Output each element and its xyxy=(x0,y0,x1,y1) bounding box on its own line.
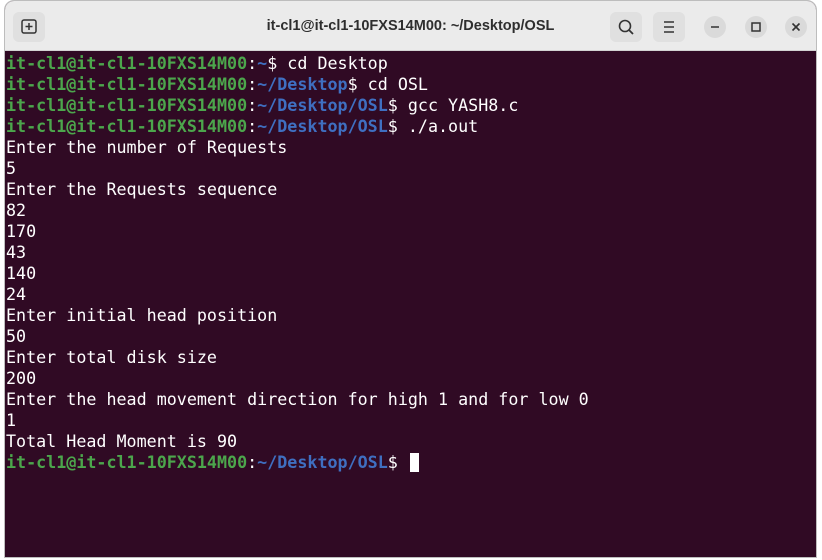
command-text: $ cd OSL xyxy=(347,74,428,94)
text-cursor xyxy=(409,453,419,472)
maximize-button[interactable] xyxy=(745,16,767,38)
prompt-user: it-cl1@it-cl1-10FXS14M00 xyxy=(6,95,248,115)
output-line: 200 xyxy=(6,368,37,388)
minimize-button[interactable] xyxy=(704,16,726,38)
terminal-line: it-cl1@it-cl1-10FXS14M00:~/Desktop/OSL$ … xyxy=(6,95,816,116)
window-title: it-cl1@it-cl1-10FXS14M00: ~/Desktop/OSL xyxy=(266,18,555,34)
prompt-path: ~/Desktop/OSL xyxy=(257,95,388,115)
title-bar[interactable]: it-cl1@it-cl1-10FXS14M00: ~/Desktop/OSL xyxy=(5,1,816,51)
output-line: 43 xyxy=(6,242,27,262)
hamburger-menu-icon xyxy=(664,21,674,33)
search-button[interactable] xyxy=(610,12,642,42)
prompt-user: it-cl1@it-cl1-10FXS14M00 xyxy=(6,74,248,94)
output-line: Enter the head movement direction for hi… xyxy=(6,389,589,409)
command-text: $ ./a.out xyxy=(387,116,479,136)
prompt-separator: : xyxy=(247,74,258,94)
prompt-separator: : xyxy=(247,95,258,115)
prompt-path: ~/Desktop xyxy=(257,74,348,94)
output-line: 50 xyxy=(6,326,27,346)
prompt-separator: : xyxy=(247,53,258,73)
maximize-icon xyxy=(751,22,761,32)
output-line: Enter total disk size xyxy=(6,347,217,367)
output-line: 82 xyxy=(6,200,27,220)
output-line: 170 xyxy=(6,221,37,241)
output-line: 5 xyxy=(6,158,17,178)
output-line: Enter initial head position xyxy=(6,305,278,325)
close-icon xyxy=(791,22,801,32)
output-line: 24 xyxy=(6,284,27,304)
output-line: 140 xyxy=(6,263,37,283)
output-line: Enter the number of Requests xyxy=(6,137,288,157)
current-prompt-line[interactable]: it-cl1@it-cl1-10FXS14M00:~/Desktop/OSL$ xyxy=(6,452,816,473)
prompt-user: it-cl1@it-cl1-10FXS14M00 xyxy=(6,53,248,73)
prompt-path: ~/Desktop/OSL xyxy=(257,116,388,136)
prompt-path: ~/Desktop/OSL xyxy=(257,452,388,472)
command-text: $ cd Desktop xyxy=(267,53,388,73)
search-icon xyxy=(618,19,634,35)
terminal-line: it-cl1@it-cl1-10FXS14M00:~/Desktop/OSL$ … xyxy=(6,116,816,137)
command-text: $ gcc YASH8.c xyxy=(387,95,519,115)
menu-button[interactable] xyxy=(653,12,685,42)
terminal-output[interactable]: it-cl1@it-cl1-10FXS14M00:~$ cd Desktop i… xyxy=(6,51,816,557)
terminal-line: it-cl1@it-cl1-10FXS14M00:~/Desktop$ cd O… xyxy=(6,74,816,95)
minimize-icon xyxy=(711,26,719,28)
prompt-symbol: $ xyxy=(387,452,408,472)
close-button[interactable] xyxy=(785,16,807,38)
prompt-path: ~ xyxy=(257,53,268,73)
prompt-separator: : xyxy=(247,452,258,472)
output-line: 1 xyxy=(6,410,17,430)
terminal-line: it-cl1@it-cl1-10FXS14M00:~$ cd Desktop xyxy=(6,53,816,74)
prompt-user: it-cl1@it-cl1-10FXS14M00 xyxy=(6,116,248,136)
terminal-scrollbar[interactable] xyxy=(813,51,816,557)
output-line: Total Head Moment is 90 xyxy=(6,431,238,451)
prompt-user: it-cl1@it-cl1-10FXS14M00 xyxy=(6,452,248,472)
terminal-window: it-cl1@it-cl1-10FXS14M00: ~/Desktop/OSL xyxy=(4,0,817,558)
output-line: Enter the Requests sequence xyxy=(6,179,278,199)
prompt-separator: : xyxy=(247,116,258,136)
